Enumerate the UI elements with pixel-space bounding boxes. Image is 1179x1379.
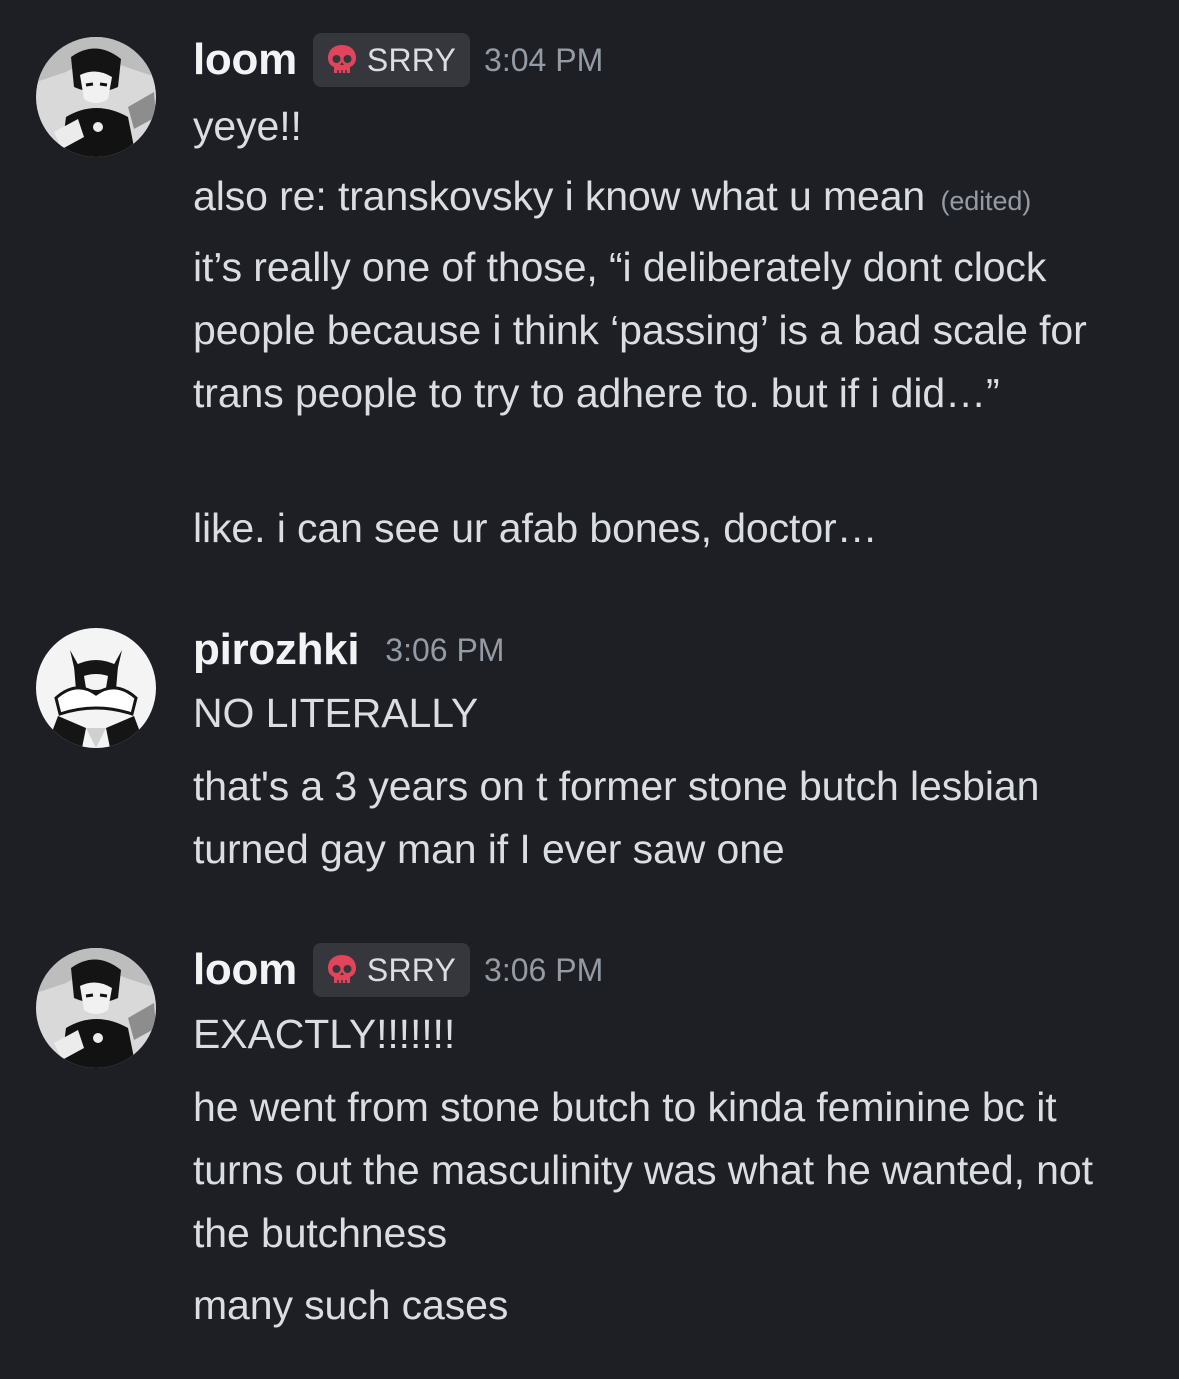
- edited-marker: (edited): [940, 186, 1032, 216]
- message-text: also re: transkovsky i know what u mean: [193, 173, 926, 219]
- message-text: yeye!!: [193, 103, 302, 149]
- avatar-image: [36, 37, 156, 157]
- user-tag-text: SRRY: [366, 951, 457, 988]
- message-line[interactable]: many such cases: [193, 1274, 1143, 1337]
- user-tag[interactable]: SRRY: [312, 33, 471, 87]
- skull-icon: [327, 45, 356, 73]
- username[interactable]: pirozhki: [193, 625, 360, 675]
- message-header: pirozhki 3:06 PM: [193, 620, 504, 680]
- message-line[interactable]: yeye!!: [193, 95, 1143, 158]
- avatar-image: [36, 948, 156, 1068]
- username[interactable]: loom: [193, 945, 297, 995]
- message-text: NO LITERALLY: [193, 690, 479, 736]
- avatar-pirozhki[interactable]: [36, 628, 156, 748]
- user-tag[interactable]: SRRY: [312, 943, 471, 997]
- message-line[interactable]: he went from stone butch to kinda femini…: [193, 1076, 1143, 1265]
- skull-icon: [327, 955, 356, 983]
- message-line[interactable]: NO LITERALLY: [193, 682, 1143, 745]
- avatar-image: [36, 628, 156, 748]
- message-text: he went from stone butch to kinda femini…: [193, 1084, 1093, 1256]
- timestamp[interactable]: 3:04 PM: [484, 42, 603, 79]
- username[interactable]: loom: [193, 35, 297, 85]
- message-text: many such cases: [193, 1282, 509, 1328]
- message-header: loom SRRY 3:06 PM: [193, 940, 603, 1000]
- message-text: EXACTLY!!!!!!!: [193, 1011, 456, 1057]
- avatar-loom[interactable]: [36, 948, 156, 1068]
- timestamp[interactable]: 3:06 PM: [484, 952, 603, 989]
- message-line[interactable]: it’s really one of those, “i deliberatel…: [193, 236, 1143, 425]
- message-line[interactable]: like. i can see ur afab bones, doctor…: [193, 497, 1143, 560]
- message-line[interactable]: that's a 3 years on t former stone butch…: [193, 755, 1143, 881]
- timestamp[interactable]: 3:06 PM: [385, 632, 504, 669]
- message-text: it’s really one of those, “i deliberatel…: [193, 244, 1087, 416]
- message-line[interactable]: also re: transkovsky i know what u mean …: [193, 165, 1143, 233]
- avatar-loom[interactable]: [36, 37, 156, 157]
- message-text: like. i can see ur afab bones, doctor…: [193, 505, 878, 551]
- message-line[interactable]: EXACTLY!!!!!!!: [193, 1003, 1143, 1066]
- user-tag-text: SRRY: [366, 41, 457, 78]
- message-header: loom SRRY 3:04 PM: [193, 30, 603, 90]
- message-text: that's a 3 years on t former stone butch…: [193, 763, 1040, 872]
